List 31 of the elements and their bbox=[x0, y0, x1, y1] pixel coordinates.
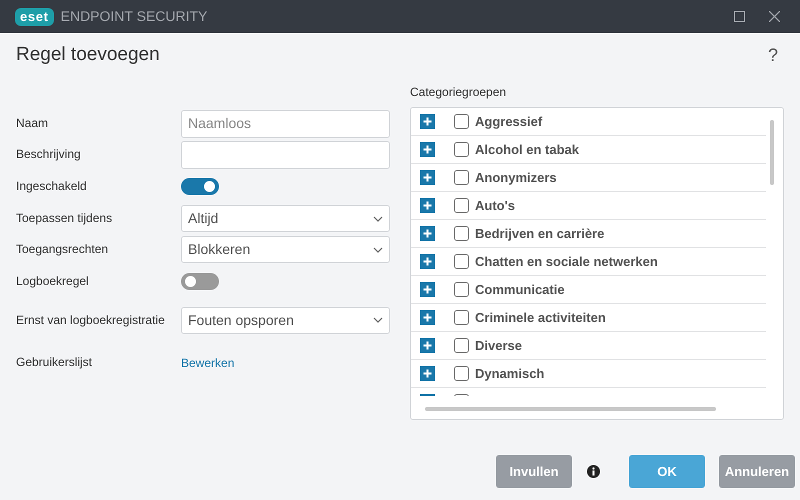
category-label: Criminele activiteiten bbox=[475, 308, 606, 327]
field-label: Ingeschakeld bbox=[16, 179, 88, 194]
dropdown[interactable]: Altijd bbox=[181, 205, 390, 232]
category-label: Aggressief bbox=[475, 112, 542, 131]
dialog-button[interactable]: Invullen bbox=[496, 455, 572, 488]
category-label: Dynamisch bbox=[475, 364, 544, 383]
category-label: Chatten en sociale netwerken bbox=[475, 252, 658, 271]
field-label: Ernst van logboekregistratie bbox=[16, 312, 166, 328]
field-label: Logboekregel bbox=[16, 274, 90, 289]
field-label: Toepassen tijdens bbox=[16, 211, 114, 226]
edit-link[interactable]: Bewerken bbox=[181, 354, 234, 372]
section-label: Categoriegroepen bbox=[410, 85, 508, 100]
text-field[interactable]: Naamloos bbox=[181, 110, 390, 138]
field-label: Gebruikerslijst bbox=[16, 355, 94, 370]
category-label: Anonymizers bbox=[475, 168, 557, 187]
dialog-title: Regel toevoegen bbox=[16, 42, 160, 67]
brand-logo: eset bbox=[15, 8, 54, 26]
field-label: Beschrijving bbox=[16, 147, 82, 162]
dropdown[interactable]: Blokkeren bbox=[181, 236, 390, 263]
category-label: Auto's bbox=[475, 196, 515, 215]
category-label: Bedrijven en carrière bbox=[475, 224, 604, 243]
product-name: ENDPOINT SECURITY bbox=[60, 7, 208, 26]
ok-button[interactable]: OK bbox=[629, 455, 705, 488]
category-label: Communicatie bbox=[475, 280, 565, 299]
help-button[interactable]: ? bbox=[768, 42, 778, 68]
category-label: Diverse bbox=[475, 336, 522, 355]
category-label: Alcohol en tabak bbox=[475, 140, 580, 159]
dropdown[interactable]: Fouten opsporen bbox=[181, 306, 390, 334]
field-label: Naam bbox=[16, 116, 50, 131]
dialog-button[interactable]: Annuleren bbox=[719, 455, 795, 488]
field-label: Toegangsrechten bbox=[16, 242, 110, 257]
